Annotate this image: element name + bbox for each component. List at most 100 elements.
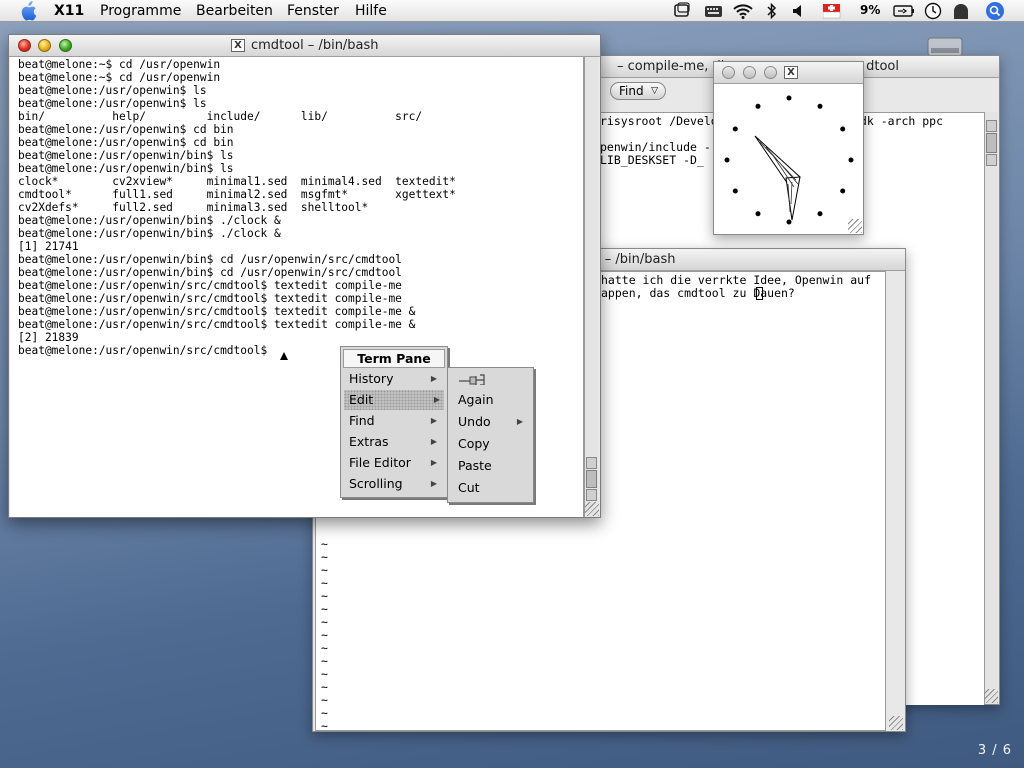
menu-item-scrolling[interactable]: Scrolling ▶ [349, 474, 441, 494]
volume-icon[interactable] [792, 2, 806, 20]
menu-bearbeiten[interactable]: Bearbeiten [196, 2, 273, 20]
terminal-line: beat@melone:/usr/openwin/bin$ ls [18, 149, 234, 162]
compile-me-scrollbar[interactable] [984, 112, 998, 704]
bluetooth-icon[interactable] [766, 2, 778, 20]
clock-hour-marker [755, 103, 761, 109]
menu-item-label: Scrolling [349, 476, 403, 491]
minimize-button[interactable] [743, 66, 756, 79]
submenu-arrow-icon: ▶ [516, 417, 523, 426]
empty-line-tilde: ~ [321, 719, 328, 733]
terminal-line: beat@melone:/usr/openwin$ ls [18, 97, 207, 110]
apple-logo-icon[interactable] [19, 1, 37, 21]
swiss-flag-icon[interactable] [823, 2, 841, 20]
spotlight-icon[interactable] [985, 2, 1005, 20]
menu-item-label: File Editor [349, 455, 411, 470]
close-button[interactable] [722, 66, 735, 79]
clock-hour-marker [848, 157, 854, 163]
find-menu-triangle-icon: ▽ [651, 86, 658, 96]
edit-item-paste[interactable]: Paste [458, 456, 527, 476]
terminal-line: beat@melone:/usr/openwin/src/cmdtool$ te… [18, 318, 416, 331]
terminal-line: [1] 21741 [18, 240, 79, 253]
minimize-button[interactable] [38, 39, 51, 52]
menu-item-label: Extras [349, 434, 389, 449]
compile-me-title-right: dtool [866, 59, 899, 74]
zoom-button[interactable] [764, 66, 777, 79]
keyboard-icon[interactable] [704, 2, 724, 20]
clock-hour-marker [755, 211, 761, 217]
menu-item-extras[interactable]: Extras ▶ [349, 432, 441, 452]
page-indicator: 3 / 6 [977, 743, 1012, 758]
clock-icon[interactable] [924, 2, 942, 20]
menu-item-label: Copy [458, 436, 490, 451]
menu-item-label: Again [458, 392, 494, 407]
submenu-arrow-icon: ▶ [430, 437, 437, 446]
terminal-line: beat@melone:/usr/openwin/bin$ ./clock & [18, 227, 281, 240]
clock-window: X [713, 61, 864, 235]
menu-bar: X11 Programme Bearbeiten Fenster Hilfe 9… [0, 0, 1024, 22]
menu-item-label: Undo [458, 414, 491, 429]
terminal-line: clock* cv2xview* minimal1.sed minimal4.s… [18, 175, 456, 188]
pushpin-icon[interactable] [458, 373, 488, 385]
battery-percent: 9% [860, 3, 881, 17]
compile-line-3: LIB_DESKSET -D_ [600, 153, 704, 167]
battery-icon[interactable] [893, 2, 915, 20]
clock-hour-marker [786, 219, 792, 225]
textedit-line-2: appen, das cmdtool zu Dauen? [601, 286, 795, 300]
resize-grip-icon[interactable] [889, 716, 903, 730]
menu-item-edit[interactable]: Edit ▶ [344, 390, 444, 410]
terminal-line: bin/ help/ include/ lib/ src/ [18, 110, 423, 123]
clock-hour-marker [786, 95, 792, 101]
scroll-up-arrow[interactable] [986, 120, 997, 132]
compile-line-1: risysroot /Develo [600, 114, 718, 128]
menu-hilfe[interactable]: Hilfe [355, 2, 387, 20]
edit-submenu: Again Undo ▶ Copy Paste Cut [447, 367, 534, 503]
clock-titlebar[interactable]: X [714, 62, 863, 84]
text-cursor-icon [280, 352, 288, 360]
resize-grip-icon[interactable] [984, 689, 998, 703]
scroll-thumb[interactable] [586, 470, 597, 488]
edit-item-again[interactable]: Again [458, 390, 527, 410]
resize-grip-icon[interactable] [848, 219, 862, 233]
cmdtool-titlebar[interactable]: X cmdtool – /bin/bash [9, 35, 600, 57]
textedit-title: l – /bin/bash [597, 252, 676, 267]
user-icon[interactable] [952, 2, 970, 20]
compile-line-1-right: sdk -arch ppc [853, 114, 944, 128]
scroll-down-arrow[interactable] [986, 154, 997, 166]
menu-item-label: History [349, 371, 394, 386]
menu-item-label: Find [349, 413, 375, 428]
menu-programme[interactable]: Programme [100, 2, 181, 20]
menu-item-find[interactable]: Find ▶ [349, 411, 441, 431]
terminal-line: beat@melone:/usr/openwin/src/cmdtool$ [18, 344, 268, 357]
menu-item-file-editor[interactable]: File Editor ▶ [349, 453, 441, 473]
scroll-thumb[interactable] [986, 133, 997, 153]
zoom-button[interactable] [59, 39, 72, 52]
clock-hour-marker [732, 188, 738, 194]
scroll-up-arrow[interactable] [586, 457, 597, 469]
terminal-line: cv2Xdefs* full2.sed minimal3.sed shellto… [18, 201, 369, 214]
edit-item-cut[interactable]: Cut [458, 478, 527, 498]
submenu-arrow-icon: ▶ [430, 479, 437, 488]
screen-mirroring-icon[interactable] [672, 2, 692, 20]
terminal-line: beat@melone:~$ cd /usr/openwin [18, 58, 221, 71]
submenu-arrow-icon: ▶ [430, 458, 437, 467]
close-button[interactable] [18, 39, 31, 52]
edit-item-copy[interactable]: Copy [458, 434, 527, 454]
terminal-line: beat@melone:/usr/openwin/bin$ ls [18, 162, 234, 175]
submenu-arrow-icon: ▶ [430, 416, 437, 425]
wifi-icon[interactable] [732, 2, 754, 20]
menu-item-history[interactable]: History ▶ [349, 369, 441, 389]
terminal-line: beat@melone:/usr/openwin/src/cmdtool$ te… [18, 279, 402, 292]
text-cursor [756, 287, 763, 300]
resize-grip-icon[interactable] [585, 502, 599, 516]
terminal-line: beat@melone:/usr/openwin/src/cmdtool$ te… [18, 305, 416, 318]
terminal-line: beat@melone:/usr/openwin/bin$ cd /usr/op… [18, 253, 402, 266]
find-button[interactable]: Find ▽ [610, 82, 666, 100]
menu-fenster[interactable]: Fenster [287, 2, 339, 20]
scroll-down-arrow[interactable] [586, 489, 597, 501]
cmdtool-scrollbar[interactable] [584, 57, 598, 517]
clock-hour-marker [817, 103, 823, 109]
edit-item-undo[interactable]: Undo ▶ [458, 412, 527, 432]
menu-item-label: Cut [458, 480, 480, 495]
clock-hour-marker [840, 188, 846, 194]
menu-app-x11[interactable]: X11 [54, 2, 84, 20]
